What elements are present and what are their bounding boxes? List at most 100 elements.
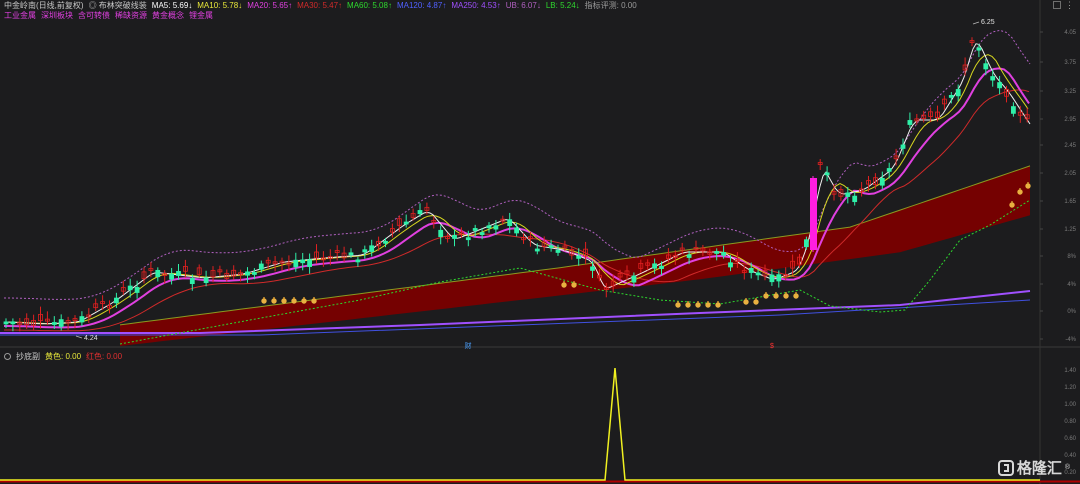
price-axis-label: 4.05: [1064, 30, 1076, 36]
header-item-1: ◎ 布林突破线装: [88, 1, 147, 10]
candle-body: [438, 229, 444, 237]
candle-body: [997, 82, 1002, 89]
candle-body: [51, 322, 57, 325]
low-pointer: [75, 335, 83, 339]
candle-body: [686, 254, 692, 258]
price-axis-label: 3.25: [1064, 89, 1076, 95]
indicator-name: 抄底副: [16, 352, 40, 361]
dollar-marker: $: [770, 343, 774, 350]
candle-body: [990, 76, 996, 81]
money-bag-icon: [763, 293, 769, 299]
header-item-6: MA60: 5.08↑: [347, 1, 392, 10]
candle-body: [824, 172, 830, 176]
money-bag-icon: [1025, 183, 1031, 189]
more-icon[interactable]: ⋮: [1065, 1, 1074, 10]
money-bag-knot: [1019, 188, 1021, 190]
settings-icon[interactable]: [4, 353, 11, 360]
money-bag-knot: [775, 292, 777, 294]
indicator-header: 抄底副 黄色: 0.00 红色: 0.00: [4, 352, 127, 362]
money-bag-icon: [695, 302, 701, 308]
money-bag-icon: [261, 298, 267, 304]
candle-body: [907, 120, 913, 125]
concept-tag-0[interactable]: 工业金属: [4, 11, 36, 20]
candle-body: [245, 271, 250, 276]
money-bag-knot: [795, 292, 797, 294]
candle-body: [403, 221, 409, 225]
indicator-value-1: 红色: 0.00: [86, 352, 123, 361]
money-bag-knot: [563, 281, 565, 283]
header-item-9: UB: 6.07↓: [505, 1, 541, 10]
maximize-icon[interactable]: [1053, 1, 1061, 9]
candle-body: [534, 248, 540, 252]
indicator-axis-label: 0.60: [1064, 436, 1076, 442]
candle-body: [659, 265, 664, 269]
candle-body: [293, 259, 299, 268]
money-bag-knot: [687, 301, 689, 303]
concept-tag-2[interactable]: 含可转债: [78, 11, 110, 20]
candle-body: [176, 271, 181, 276]
candle-body: [3, 321, 9, 325]
candle-body: [886, 168, 892, 172]
concept-tag-3[interactable]: 稀缺资源: [115, 11, 147, 20]
candle-body: [804, 239, 809, 248]
candle-body: [852, 195, 858, 203]
candle-body: [10, 321, 16, 325]
window-toolbar: ⋮: [1053, 0, 1080, 10]
money-bag-knot: [573, 281, 575, 283]
indicator-axis-label: 1.40: [1064, 368, 1076, 374]
candle-body: [576, 255, 582, 259]
indicator-axis-label: 1.00: [1064, 402, 1076, 408]
candle-body: [169, 273, 175, 280]
candle-body: [548, 245, 554, 249]
header-item-8: MA250: 4.53↑: [451, 1, 501, 10]
candle-body: [465, 237, 471, 241]
stock-chart[interactable]: 4.05 3.75 3.25 2.95 2.45 2.05 1.65 1.25 8% 4% 0% -4…: [0, 0, 1080, 484]
money-bag-icon: [753, 299, 759, 305]
money-bag-icon: [715, 302, 721, 308]
candle-body: [555, 249, 561, 253]
candle-body: [417, 210, 423, 215]
candle-body: [652, 263, 657, 269]
money-bag-icon: [301, 298, 307, 304]
main-chart-header: 中金岭南(日线,前复权) ◎ 布林突破线装 MA5: 5.69↓ MA10: 5.78…: [4, 1, 642, 11]
concept-tags: 工业金属 深圳板块 含可转债 稀缺资源 黄金概念 锂金属: [4, 11, 218, 21]
high-pointer: [972, 21, 980, 25]
candle-body: [721, 252, 726, 256]
price-axis-label: 1.65: [1064, 199, 1076, 205]
money-bag-icon: [743, 299, 749, 305]
candle-body: [472, 228, 478, 231]
candle-body: [976, 47, 982, 51]
candle-body: [134, 287, 140, 293]
candle-body: [355, 259, 361, 263]
candle-body: [486, 225, 492, 229]
money-bag-knot: [293, 297, 295, 299]
money-bag-knot: [283, 297, 285, 299]
money-bag-knot: [755, 298, 757, 300]
gelonghui-logo-icon: [997, 459, 1014, 476]
candle-body: [776, 274, 782, 282]
breakout-candle: [810, 178, 817, 250]
candle-body: [452, 234, 457, 239]
price-axis-label: -4%: [1065, 337, 1076, 343]
money-bag-icon: [311, 298, 317, 304]
money-bag-icon: [705, 302, 711, 308]
money-bag-icon: [1009, 202, 1015, 208]
concept-tag-4[interactable]: 黄金概念: [152, 11, 184, 20]
money-bag-icon: [281, 298, 287, 304]
candle-body: [251, 272, 257, 275]
finance-marker: 财: [465, 341, 472, 350]
candle-body: [983, 63, 989, 70]
candle-body: [369, 245, 375, 252]
money-bag-icon: [1017, 189, 1023, 195]
money-bag-knot: [263, 297, 265, 299]
candle-body: [748, 267, 754, 273]
candle-body: [1011, 106, 1016, 114]
header-item-5: MA30: 5.47↑: [297, 1, 343, 10]
concept-tag-1[interactable]: 深圳板块: [41, 11, 73, 20]
money-bag-icon: [773, 293, 779, 299]
money-bag-knot: [707, 301, 709, 303]
watermark: 格隆汇 ®: [997, 457, 1070, 478]
concept-tag-5[interactable]: 锂金属: [189, 11, 213, 20]
money-bag-icon: [685, 302, 691, 308]
candle-body: [631, 275, 637, 283]
